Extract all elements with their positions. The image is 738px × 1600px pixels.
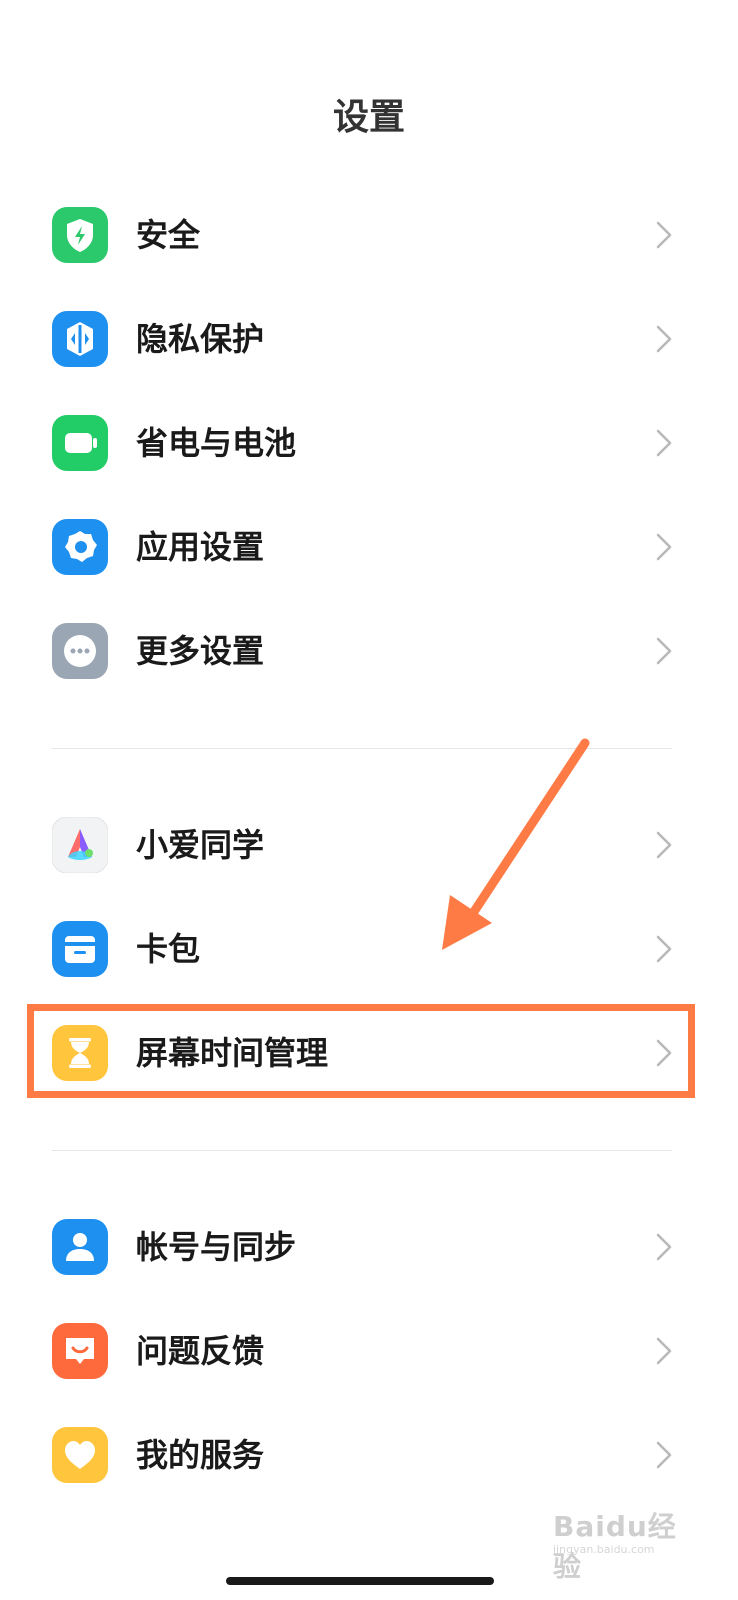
feedback-icon bbox=[52, 1323, 108, 1379]
settings-item-label: 问题反馈 bbox=[136, 1332, 265, 1370]
settings-item-more-settings[interactable]: 更多设置 bbox=[0, 599, 738, 703]
settings-item-my-services[interactable]: 我的服务 bbox=[0, 1403, 738, 1507]
highlight-box bbox=[27, 1004, 695, 1098]
watermark-logo: Baidu经验 jingyan.baidu.com bbox=[553, 1505, 693, 1583]
wallet-icon bbox=[52, 921, 108, 977]
settings-item-account-sync[interactable]: 帐号与同步 bbox=[0, 1195, 738, 1299]
settings-item-label: 隐私保护 bbox=[136, 320, 265, 358]
chevron-right-icon bbox=[650, 933, 678, 965]
chevron-right-icon bbox=[650, 219, 678, 251]
chevron-right-icon bbox=[650, 323, 678, 355]
settings-item-label: 小爱同学 bbox=[136, 826, 265, 864]
account-icon bbox=[52, 1219, 108, 1275]
home-indicator[interactable] bbox=[226, 1577, 494, 1585]
settings-item-wallet[interactable]: 卡包 bbox=[0, 897, 738, 1001]
watermark-url: jingyan.baidu.com bbox=[553, 1543, 655, 1556]
settings-item-battery[interactable]: 省电与电池 bbox=[0, 391, 738, 495]
settings-item-label: 我的服务 bbox=[136, 1436, 265, 1474]
settings-item-label: 帐号与同步 bbox=[136, 1228, 297, 1266]
xiaoai-icon bbox=[52, 817, 108, 873]
chevron-right-icon bbox=[650, 427, 678, 459]
battery-icon bbox=[52, 415, 108, 471]
settings-item-feedback[interactable]: 问题反馈 bbox=[0, 1299, 738, 1403]
settings-item-label: 更多设置 bbox=[136, 632, 265, 670]
privacy-icon bbox=[52, 311, 108, 367]
page-title: 设置 bbox=[332, 97, 405, 138]
chevron-right-icon bbox=[650, 635, 678, 667]
settings-item-security[interactable]: 安全 bbox=[0, 183, 738, 287]
annotation-arrow-icon bbox=[442, 738, 590, 950]
chevron-right-icon bbox=[650, 1439, 678, 1471]
settings-item-label: 应用设置 bbox=[136, 528, 265, 566]
settings-item-label: 安全 bbox=[136, 216, 201, 254]
section-divider bbox=[52, 1150, 672, 1151]
shield-icon bbox=[52, 207, 108, 263]
settings-item-app-settings[interactable]: 应用设置 bbox=[0, 495, 738, 599]
more-icon bbox=[52, 623, 108, 679]
settings-item-xiaoai[interactable]: 小爱同学 bbox=[0, 793, 738, 897]
settings-item-label: 卡包 bbox=[136, 930, 201, 968]
heart-icon bbox=[52, 1427, 108, 1483]
chevron-right-icon bbox=[650, 531, 678, 563]
settings-item-privacy[interactable]: 隐私保护 bbox=[0, 287, 738, 391]
settings-item-label: 省电与电池 bbox=[136, 424, 297, 462]
chevron-right-icon bbox=[650, 1231, 678, 1263]
chevron-right-icon bbox=[650, 829, 678, 861]
chevron-right-icon bbox=[650, 1335, 678, 1367]
gear-icon bbox=[52, 519, 108, 575]
